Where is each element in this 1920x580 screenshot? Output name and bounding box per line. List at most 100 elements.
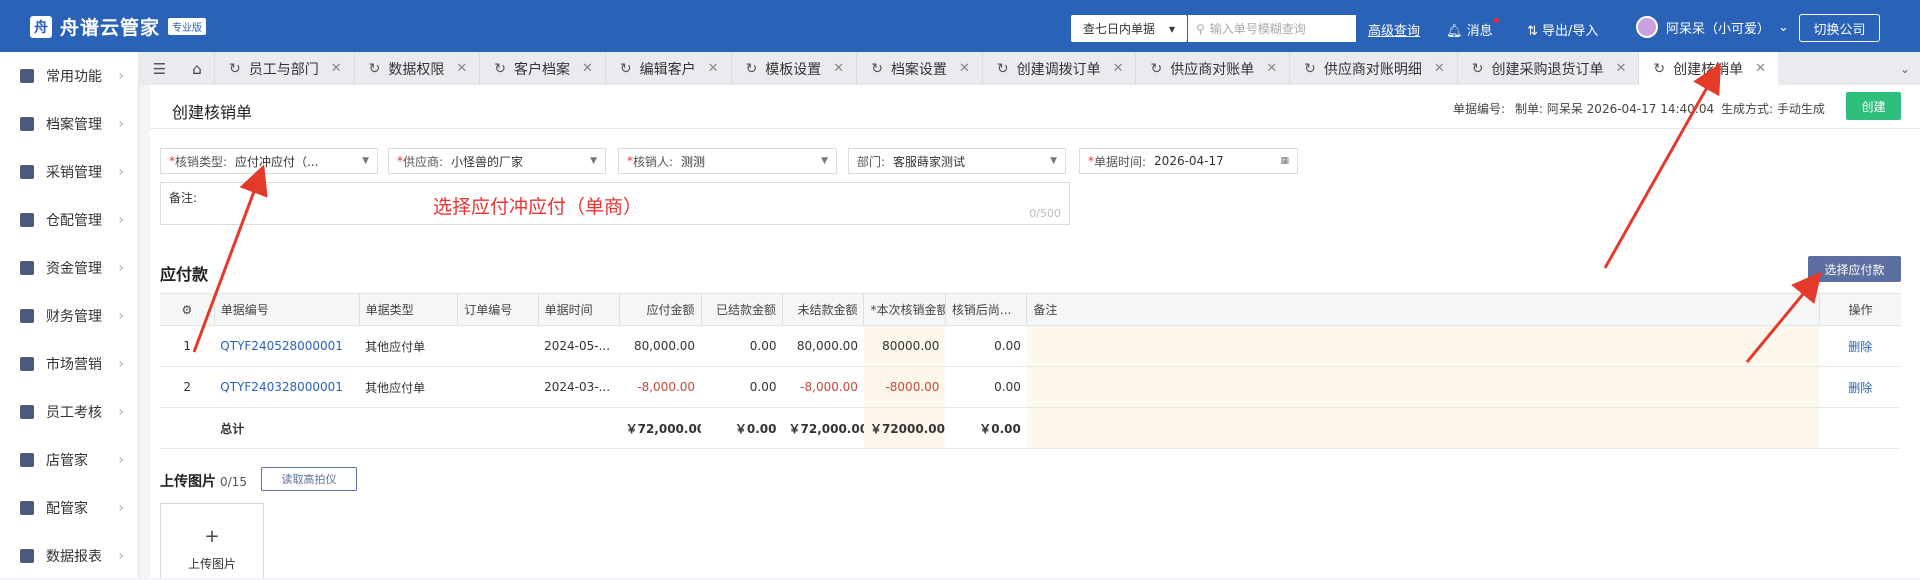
column-header: 单据时间 bbox=[538, 293, 621, 326]
refresh-icon[interactable]: ↻ bbox=[1472, 61, 1484, 77]
refresh-icon[interactable]: ↻ bbox=[229, 61, 241, 77]
refresh-icon[interactable]: ↻ bbox=[494, 61, 506, 77]
delete-row-button[interactable]: 删除 bbox=[1819, 366, 1901, 408]
supplier-select[interactable]: * 供应商: 小怪兽的厂家 ▼ bbox=[388, 148, 606, 174]
export-import-label: 导出/导入 bbox=[1542, 24, 1599, 39]
sidebar-item-marketing[interactable]: 市场营销 › bbox=[0, 340, 138, 388]
export-import-button[interactable]: ⇅ 导出/导入 bbox=[1527, 20, 1598, 39]
doc-no-link[interactable]: QTYF240528000001 bbox=[214, 325, 360, 367]
home-icon[interactable]: ⌂ bbox=[180, 60, 214, 78]
tab-label: 数据权限 bbox=[388, 61, 445, 78]
total-current: ￥72000.00 bbox=[863, 407, 946, 449]
collapse-menu-icon[interactable]: ☰ bbox=[139, 60, 180, 78]
sidebar-item-label: 仓配管理 bbox=[46, 213, 102, 229]
brand-logo-icon: 舟 bbox=[30, 15, 52, 38]
tab-label: 模板设置 bbox=[765, 61, 822, 78]
document-date-picker[interactable]: * 单据时间: 2026-04-17 ▦ bbox=[1079, 148, 1298, 174]
user-menu[interactable]: 阿呆呆（小可爱） ⌄ bbox=[1636, 16, 1789, 38]
advanced-query-link[interactable]: 高级查询 bbox=[1368, 20, 1420, 39]
tab-edit-customer[interactable]: ↻ 编辑客户 ✕ bbox=[604, 52, 731, 85]
cell-type: 其他应付单 bbox=[359, 325, 458, 367]
sidebar-item-funds[interactable]: 资金管理 › bbox=[0, 244, 138, 292]
tab-supplier-statement-detail[interactable]: ↻ 供应商对账明细 ✕ bbox=[1289, 52, 1457, 85]
close-icon[interactable]: ✕ bbox=[959, 61, 970, 76]
sidebar-item-purchase-sales[interactable]: 采销管理 › bbox=[0, 148, 138, 196]
sidebar-item-finance[interactable]: 财务管理 › bbox=[0, 292, 138, 340]
row-remark-input[interactable] bbox=[1026, 366, 1820, 408]
sidebar-item-common[interactable]: 常用功能 › bbox=[0, 52, 138, 100]
search-input[interactable]: ⚲ 输入单号模糊查询 bbox=[1188, 15, 1356, 42]
tab-customer-archive[interactable]: ↻ 客户档案 ✕ bbox=[479, 52, 605, 85]
chevron-right-icon: › bbox=[118, 500, 124, 516]
close-icon[interactable]: ✕ bbox=[833, 61, 844, 76]
chevron-down-icon: ⌄ bbox=[1778, 19, 1789, 35]
user-name: 阿呆呆（小可爱） bbox=[1666, 21, 1771, 37]
refresh-icon[interactable]: ↻ bbox=[1653, 61, 1665, 77]
remarks-char-count: 0/500 bbox=[1029, 207, 1061, 220]
refresh-icon[interactable]: ↻ bbox=[369, 61, 381, 77]
sidebar-item-staff[interactable]: 员工考核 › bbox=[0, 388, 138, 436]
bell-icon: 🔔︎ bbox=[1446, 24, 1463, 39]
shop-icon bbox=[20, 453, 34, 467]
close-icon[interactable]: ✕ bbox=[708, 61, 719, 76]
sidebar-item-warehouse[interactable]: 仓配管理 › bbox=[0, 196, 138, 244]
upload-count: 0/15 bbox=[220, 475, 247, 489]
tab-create-write-off[interactable]: ↻ 创建核销单 ✕ bbox=[1638, 52, 1779, 85]
refresh-icon[interactable]: ↻ bbox=[997, 61, 1009, 77]
department-select[interactable]: 部门: 客服蒔家测试 ▼ bbox=[848, 148, 1066, 174]
refresh-icon[interactable]: ↻ bbox=[1150, 61, 1162, 77]
tab-data-permission[interactable]: ↻ 数据权限 ✕ bbox=[353, 52, 480, 85]
doc-no-link[interactable]: QTYF240328000001 bbox=[214, 366, 360, 408]
close-icon[interactable]: ✕ bbox=[1434, 61, 1445, 76]
operator-select[interactable]: * 核销人: 测测 ▼ bbox=[618, 148, 837, 174]
close-icon[interactable]: ✕ bbox=[582, 61, 593, 76]
creator-info: 制单: 阿呆呆 2026-04-17 14:40:04 bbox=[1515, 102, 1715, 116]
sidebar-item-distribution[interactable]: 配管家 › bbox=[0, 484, 138, 532]
upload-image-box[interactable]: + 上传图片 bbox=[160, 503, 264, 578]
chevron-right-icon: › bbox=[118, 548, 124, 564]
tab-archive-settings[interactable]: ↻ 档案设置 ✕ bbox=[856, 52, 982, 85]
sidebar-item-reports[interactable]: 数据报表 › bbox=[0, 532, 138, 580]
current-write-off-input[interactable]: -8000.00 bbox=[863, 366, 946, 408]
field-value: 客服蒔家测试 bbox=[893, 154, 966, 169]
close-icon[interactable]: ✕ bbox=[1113, 61, 1124, 76]
close-icon[interactable]: ✕ bbox=[1616, 61, 1627, 76]
current-write-off-input[interactable]: 80000.00 bbox=[863, 325, 946, 367]
column-header: 备注 bbox=[1026, 293, 1820, 326]
brand[interactable]: 舟 舟谱云管家 专业版 bbox=[30, 13, 207, 40]
tab-supplier-statement[interactable]: ↻ 供应商对账单 ✕ bbox=[1135, 52, 1289, 85]
close-icon[interactable]: ✕ bbox=[331, 61, 342, 76]
create-button[interactable]: 创建 bbox=[1846, 92, 1901, 120]
tab-staff-dept[interactable]: ↻ 员工与部门 ✕ bbox=[214, 52, 354, 85]
close-icon[interactable]: ✕ bbox=[1755, 61, 1766, 76]
calendar-icon: ▦ bbox=[1280, 156, 1289, 166]
sidebar-item-shop[interactable]: 店管家 › bbox=[0, 436, 138, 484]
sidebar-item-archives[interactable]: 档案管理 › bbox=[0, 100, 138, 148]
scope-select[interactable]: 查七日内单据 ▾ bbox=[1071, 15, 1187, 42]
close-icon[interactable]: ✕ bbox=[456, 61, 467, 76]
field-value: 2026-04-17 bbox=[1154, 154, 1224, 168]
select-payables-button[interactable]: 选择应付款 bbox=[1808, 256, 1901, 282]
refresh-icon[interactable]: ↻ bbox=[746, 61, 758, 77]
bar-chart-icon bbox=[20, 549, 34, 563]
chevron-right-icon: › bbox=[118, 308, 124, 324]
refresh-icon[interactable]: ↻ bbox=[620, 61, 632, 77]
sidebar-item-label: 店管家 bbox=[46, 453, 88, 469]
table-header-row: ⚙ 单据编号 单据类型 订单编号 单据时间 应付金额 已结款金额 未结款金额 *… bbox=[160, 293, 1901, 326]
write-off-type-select[interactable]: * 核销类型: 应付冲应付（... ▼ bbox=[160, 148, 378, 174]
tab-template-settings[interactable]: ↻ 模板设置 ✕ bbox=[730, 52, 857, 85]
messages-button[interactable]: 🔔︎ 消息 bbox=[1446, 18, 1499, 39]
row-remark-input[interactable] bbox=[1026, 325, 1820, 367]
column-settings-icon[interactable]: ⚙ bbox=[160, 293, 215, 326]
delete-row-button[interactable]: 删除 bbox=[1819, 325, 1901, 367]
switch-company-button[interactable]: 切换公司 bbox=[1799, 14, 1880, 42]
caret-down-icon: ▼ bbox=[1050, 156, 1057, 166]
tab-create-purchase-return[interactable]: ↻ 创建采购退货订单 ✕ bbox=[1456, 52, 1639, 85]
tab-create-transfer-order[interactable]: ↻ 创建调拨订单 ✕ bbox=[981, 52, 1136, 85]
close-icon[interactable]: ✕ bbox=[1266, 61, 1277, 76]
read-scanner-button[interactable]: 读取高拍仪 bbox=[261, 467, 357, 491]
scope-select-value: 查七日内单据 bbox=[1083, 22, 1156, 36]
tabs-more-icon[interactable]: ⌄ bbox=[1890, 52, 1920, 85]
refresh-icon[interactable]: ↻ bbox=[871, 61, 883, 77]
refresh-icon[interactable]: ↻ bbox=[1304, 61, 1316, 77]
